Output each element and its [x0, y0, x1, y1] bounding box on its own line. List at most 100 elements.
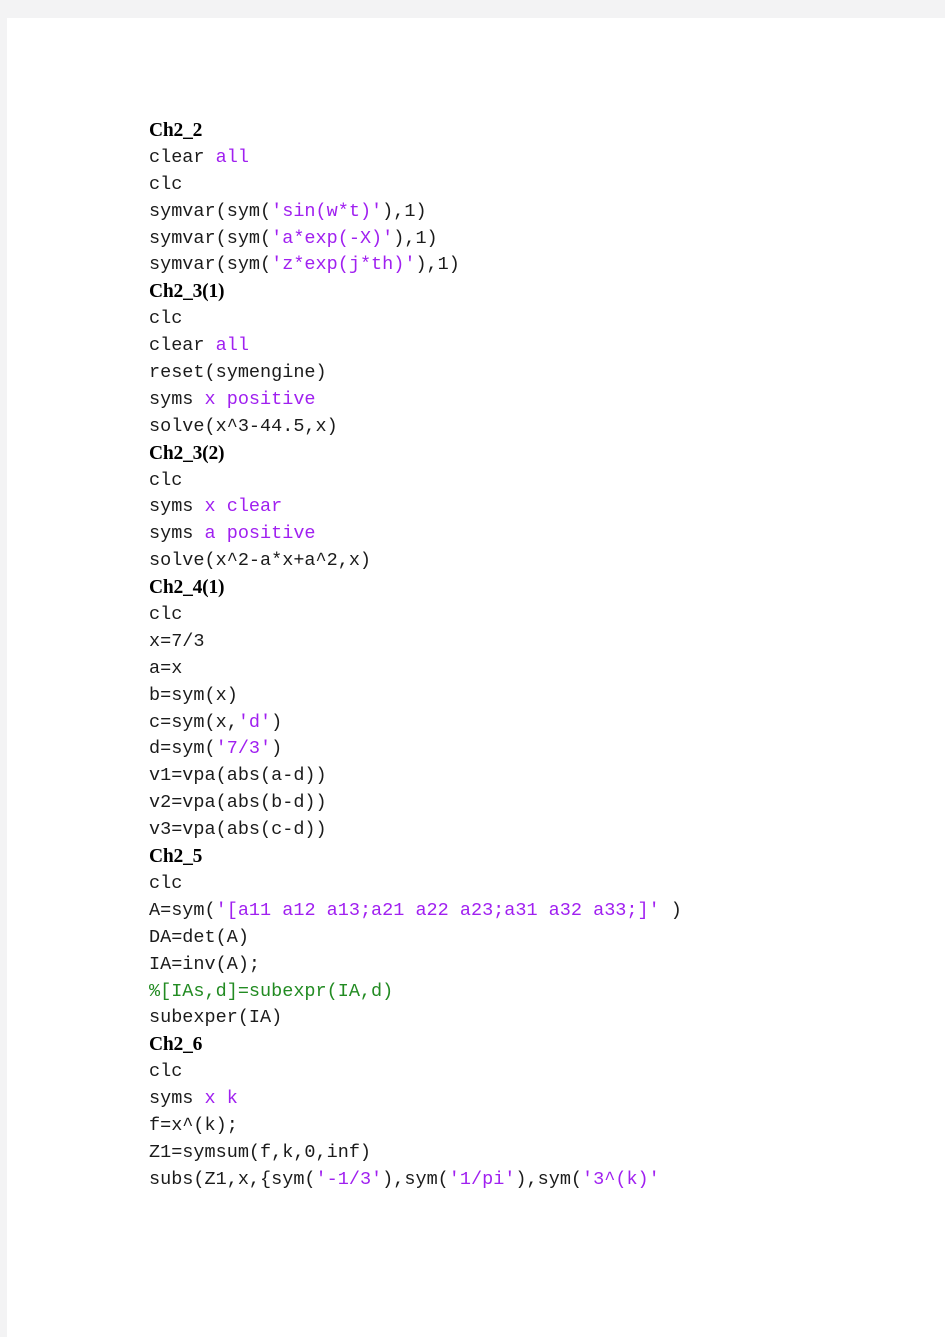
- code-span-code: IA=inv(A);: [149, 953, 261, 975]
- code-span-code: clear: [149, 146, 216, 168]
- code-line: clc: [149, 1059, 929, 1086]
- code-line: clc: [149, 306, 929, 333]
- code-span-str: 'd': [237, 711, 272, 733]
- code-span-code: ),1): [393, 227, 438, 249]
- code-span-code: syms: [149, 496, 205, 518]
- code-line: v1=vpa(abs(a-d)): [149, 763, 929, 790]
- code-span-code: DA=det(A): [149, 926, 249, 948]
- code-span-code: symvar(sym(: [149, 254, 272, 276]
- code-line: clc: [149, 172, 929, 199]
- code-line: b=sym(x): [149, 683, 929, 710]
- code-line: symvar(sym('sin(w*t)'),1): [149, 199, 929, 226]
- code-span-kw: x k: [204, 1088, 238, 1110]
- code-line: clc: [149, 468, 929, 495]
- code-span-code: clc: [149, 308, 183, 330]
- code-span-code: syms: [149, 388, 205, 410]
- code-span-code: clc: [149, 872, 183, 894]
- code-span-code: a=x: [149, 657, 183, 679]
- section-heading: Ch2_4(1): [149, 577, 225, 599]
- section-heading: Ch2_2: [149, 120, 203, 141]
- code-span-code: syms: [149, 523, 205, 545]
- code-span-kw: a positive: [204, 523, 316, 545]
- section-heading: Ch2_3(1): [149, 281, 225, 303]
- code-span-code: v1=vpa(abs(a-d)): [149, 765, 327, 787]
- code-span-str: 'a*exp(-X)': [271, 227, 394, 249]
- document-page: Ch2_2 clear all clc symvar(sym('sin(w*t)'),…: [0, 0, 945, 1337]
- code-span-code: ): [271, 738, 283, 760]
- code-span-code: b=sym(x): [149, 684, 238, 706]
- code-line: symvar(sym('a*exp(-X)'),1): [149, 226, 929, 253]
- code-line: clc: [149, 602, 929, 629]
- code-span-code: ),1): [415, 254, 460, 276]
- code-span-str: '-1/3': [315, 1168, 383, 1190]
- code-span-code: c=sym(x,: [149, 711, 238, 733]
- code-line: solve(x^3-44.5,x): [149, 414, 929, 441]
- code-line: f=x^(k);: [149, 1113, 929, 1140]
- code-span-str: '1/pi': [448, 1168, 516, 1190]
- code-span-code: reset(symengine): [149, 362, 327, 384]
- code-span-code: f=x^(k);: [149, 1114, 238, 1136]
- code-span-code: solve(x^2-a*x+a^2,x): [149, 550, 372, 572]
- code-line: c=sym(x,'d'): [149, 710, 929, 737]
- code-span-code: symvar(sym(: [149, 200, 272, 222]
- code-span-code: x=7/3: [149, 630, 205, 652]
- section-heading: Ch2_6: [149, 1034, 203, 1056]
- code-span-kw: all: [215, 146, 249, 168]
- code-span-code: symvar(sym(: [149, 227, 272, 249]
- code-line: clear all: [149, 333, 929, 360]
- code-line: symvar(sym('z*exp(j*th)'),1): [149, 252, 929, 279]
- code-line: x=7/3: [149, 629, 929, 656]
- code-line: v3=vpa(abs(c-d)): [149, 817, 929, 844]
- code-span-kw: all: [215, 335, 249, 357]
- code-span-code: ),sym(: [515, 1168, 583, 1190]
- code-span-code: clear: [149, 335, 216, 357]
- page-top-gutter: [0, 0, 945, 18]
- code-line: v2=vpa(abs(b-d)): [149, 790, 929, 817]
- code-line: solve(x^2-a*x+a^2,x): [149, 548, 929, 575]
- code-span-code: syms: [149, 1088, 205, 1110]
- code-line: A=sym('[a11 a12 a13;a21 a22 a23;a31 a32 …: [149, 898, 929, 925]
- code-span-code: ): [659, 899, 682, 921]
- code-span-str: '3^(k)': [582, 1168, 660, 1190]
- code-span-str: 'sin(w*t)': [271, 200, 383, 222]
- page-left-gutter: [0, 0, 7, 1337]
- code-span-code: clc: [149, 604, 183, 626]
- code-span-code: ),1): [382, 200, 427, 222]
- code-line: syms x clear: [149, 494, 929, 521]
- page-sheet: Ch2_2 clear all clc symvar(sym('sin(w*t)'),…: [7, 18, 945, 1337]
- code-span-code: ),sym(: [382, 1168, 449, 1190]
- code-line: clc: [149, 871, 929, 898]
- code-span-code: subs(Z1,x,{sym(: [149, 1168, 316, 1190]
- code-span-code: v3=vpa(abs(c-d)): [149, 819, 327, 841]
- code-line: d=sym('7/3'): [149, 736, 929, 763]
- code-line: %[IAs,d]=subexpr(IA,d): [149, 979, 929, 1006]
- code-line: clear all: [149, 145, 929, 172]
- code-span-str: '[a11 a12 a13;a21 a22 a23;a31 a32 a33;]': [215, 899, 660, 921]
- code-span-str: 'z*exp(j*th)': [271, 254, 416, 276]
- code-span-code: solve(x^3-44.5,x): [149, 415, 338, 437]
- code-line: Z1=symsum(f,k,0,inf): [149, 1140, 929, 1167]
- code-line: syms x k: [149, 1086, 929, 1113]
- code-line: syms a positive: [149, 521, 929, 548]
- code-span-code: A=sym(: [149, 899, 216, 921]
- code-span-code: d=sym(: [149, 738, 216, 760]
- code-span-code: Z1=symsum(f,k,0,inf): [149, 1141, 372, 1163]
- code-span-str: '7/3': [215, 738, 272, 760]
- section-heading: Ch2_3(2): [149, 442, 225, 464]
- code-span-code: subexper(IA): [149, 1007, 283, 1029]
- code-line: IA=inv(A);: [149, 952, 929, 979]
- code-line: DA=det(A): [149, 925, 929, 952]
- section-heading: Ch2_5: [149, 846, 203, 868]
- code-span-cmt: %[IAs,d]=subexpr(IA,d): [149, 980, 394, 1002]
- code-span-kw: x clear: [204, 496, 283, 518]
- code-line: reset(symengine): [149, 360, 929, 387]
- code-line: a=x: [149, 656, 929, 683]
- code-listing: Ch2_2 clear all clc symvar(sym('sin(w*t)'),…: [149, 118, 929, 1194]
- code-span-code: clc: [149, 173, 183, 195]
- code-span-code: ): [271, 711, 283, 733]
- code-span-code: clc: [149, 1061, 183, 1083]
- code-span-kw: x positive: [204, 388, 316, 410]
- code-line: subexper(IA): [149, 1005, 929, 1032]
- code-span-code: v2=vpa(abs(b-d)): [149, 792, 327, 814]
- code-span-code: clc: [149, 469, 183, 491]
